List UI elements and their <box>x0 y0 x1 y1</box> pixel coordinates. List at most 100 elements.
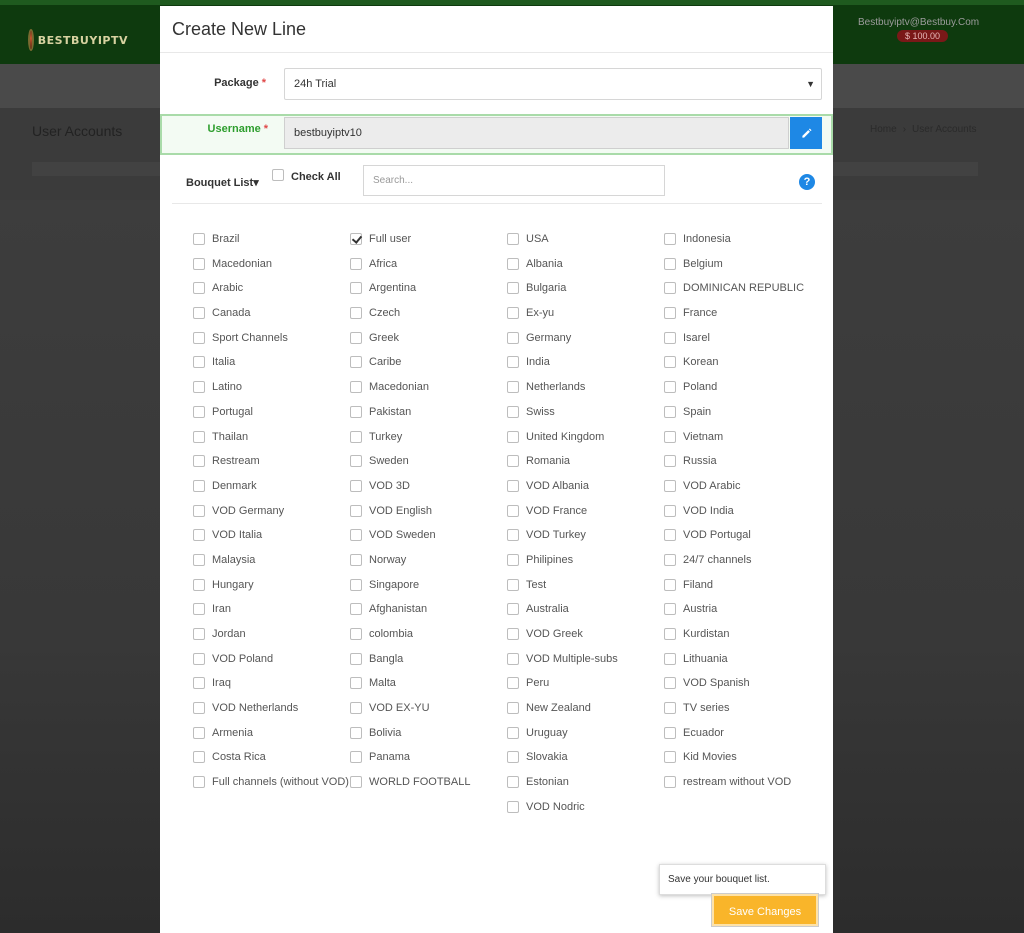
bouquet-item[interactable]: Netherlands <box>507 380 664 405</box>
checkbox[interactable] <box>350 702 362 715</box>
checkbox[interactable] <box>350 307 362 320</box>
checkbox[interactable] <box>193 405 205 418</box>
check-all[interactable]: Check All <box>272 169 341 183</box>
bouquet-item[interactable]: India <box>507 355 664 380</box>
bouquet-item[interactable]: VOD Multiple-subs <box>507 652 664 677</box>
checkbox[interactable] <box>350 257 362 270</box>
bouquet-item[interactable]: Uruguay <box>507 726 664 751</box>
bouquet-item[interactable]: Norway <box>350 553 507 578</box>
bouquet-item[interactable]: Kid Movies <box>664 750 821 775</box>
checkbox[interactable] <box>664 405 676 418</box>
checkbox[interactable] <box>350 677 362 690</box>
bouquet-item[interactable]: Full channels (without VOD) <box>193 775 350 824</box>
bouquet-item[interactable]: Ecuador <box>664 726 821 751</box>
bouquet-item[interactable]: Lithuania <box>664 652 821 677</box>
bouquet-item[interactable]: VOD Poland <box>193 652 350 677</box>
bouquet-item[interactable]: Bangla <box>350 652 507 677</box>
bouquet-item[interactable]: Filand <box>664 578 821 603</box>
bouquet-item[interactable]: Africa <box>350 257 507 282</box>
checkbox[interactable] <box>350 553 362 566</box>
checkbox[interactable] <box>193 529 205 542</box>
bouquet-item[interactable]: Czech <box>350 306 507 331</box>
checkbox[interactable] <box>350 628 362 640</box>
bouquet-item[interactable]: VOD Albania <box>507 479 664 504</box>
checkbox[interactable] <box>507 529 519 542</box>
checkbox[interactable] <box>664 702 676 715</box>
checkbox[interactable] <box>193 751 205 764</box>
bouquet-item[interactable]: VOD Greek <box>507 627 664 652</box>
checkbox[interactable] <box>664 504 676 517</box>
bouquet-item[interactable]: VOD Sweden <box>350 528 507 553</box>
checkbox[interactable] <box>507 726 519 739</box>
checkbox[interactable] <box>193 726 205 739</box>
checkbox[interactable] <box>507 578 519 591</box>
bouquet-item[interactable]: Slovakia <box>507 750 664 775</box>
checkbox[interactable] <box>507 381 519 394</box>
bouquet-item[interactable]: VOD Spanish <box>664 676 821 701</box>
checkbox[interactable] <box>664 479 676 492</box>
bouquet-item[interactable]: Denmark <box>193 479 350 504</box>
checkbox[interactable] <box>193 381 205 394</box>
checkbox[interactable] <box>350 479 362 492</box>
checkbox[interactable] <box>507 628 519 640</box>
checkbox[interactable] <box>664 331 676 344</box>
checkbox[interactable] <box>664 307 676 320</box>
checkbox[interactable] <box>193 430 205 443</box>
bouquet-item[interactable]: Romania <box>507 454 664 479</box>
bouquet-item[interactable]: Russia <box>664 454 821 479</box>
checkbox[interactable] <box>193 455 205 468</box>
checkbox[interactable] <box>507 356 519 369</box>
checkbox[interactable] <box>507 603 519 616</box>
checkbox[interactable] <box>350 504 362 517</box>
checkbox[interactable] <box>193 603 205 616</box>
checkbox[interactable] <box>507 405 519 418</box>
checkbox[interactable] <box>350 726 362 739</box>
bouquet-item[interactable]: Iran <box>193 602 350 627</box>
bouquet-item[interactable]: VOD Italia <box>193 528 350 553</box>
bouquet-item[interactable]: VOD Arabic <box>664 479 821 504</box>
checkbox[interactable] <box>193 479 205 492</box>
bouquet-item[interactable]: Korean <box>664 355 821 380</box>
save-changes-button[interactable]: Save Changes <box>712 894 818 926</box>
bouquet-item[interactable]: Albania <box>507 257 664 282</box>
bouquet-item[interactable]: Poland <box>664 380 821 405</box>
checkbox[interactable] <box>193 331 205 344</box>
checkbox[interactable] <box>507 479 519 492</box>
bouquet-item[interactable]: Bulgaria <box>507 281 664 306</box>
bouquet-item[interactable]: New Zealand <box>507 701 664 726</box>
bouquet-list-dropdown[interactable]: Bouquet List▾ <box>186 176 259 189</box>
checkbox[interactable] <box>507 504 519 517</box>
checkbox[interactable] <box>193 776 205 789</box>
checkbox[interactable] <box>664 233 676 245</box>
bouquet-item[interactable]: Spain <box>664 405 821 430</box>
bouquet-item[interactable]: VOD English <box>350 504 507 529</box>
checkbox[interactable] <box>350 381 362 394</box>
checkbox[interactable] <box>193 578 205 591</box>
bouquet-item[interactable]: Afghanistan <box>350 602 507 627</box>
checkbox[interactable] <box>507 430 519 443</box>
bouquet-item[interactable]: Sport Channels <box>193 331 350 356</box>
breadcrumb-home[interactable]: Home <box>870 124 897 135</box>
bouquet-item[interactable]: VOD France <box>507 504 664 529</box>
checkbox[interactable] <box>193 504 205 517</box>
bouquet-item[interactable]: Restream <box>193 454 350 479</box>
bouquet-item[interactable]: Indonesia <box>664 232 821 257</box>
bouquet-item[interactable]: restream without VOD <box>664 775 821 800</box>
bouquet-item[interactable]: Isarel <box>664 331 821 356</box>
bouquet-item[interactable]: Costa Rica <box>193 750 350 775</box>
checkbox[interactable] <box>507 800 519 813</box>
brand-logo[interactable]: BESTBUYIPTV <box>28 27 128 53</box>
bouquet-item[interactable]: Jordan <box>193 627 350 652</box>
bouquet-item[interactable]: Portugal <box>193 405 350 430</box>
bouquet-item[interactable]: Belgium <box>664 257 821 282</box>
checkbox[interactable] <box>350 578 362 591</box>
bouquet-item[interactable]: Caribe <box>350 355 507 380</box>
checkbox[interactable] <box>507 677 519 690</box>
bouquet-item[interactable]: Austria <box>664 602 821 627</box>
bouquet-item[interactable]: Greek <box>350 331 507 356</box>
checkbox[interactable] <box>664 677 676 690</box>
bouquet-item[interactable]: TV series <box>664 701 821 726</box>
checkbox[interactable] <box>507 776 519 789</box>
checkbox[interactable] <box>664 603 676 616</box>
bouquet-item[interactable]: Thailan <box>193 430 350 455</box>
